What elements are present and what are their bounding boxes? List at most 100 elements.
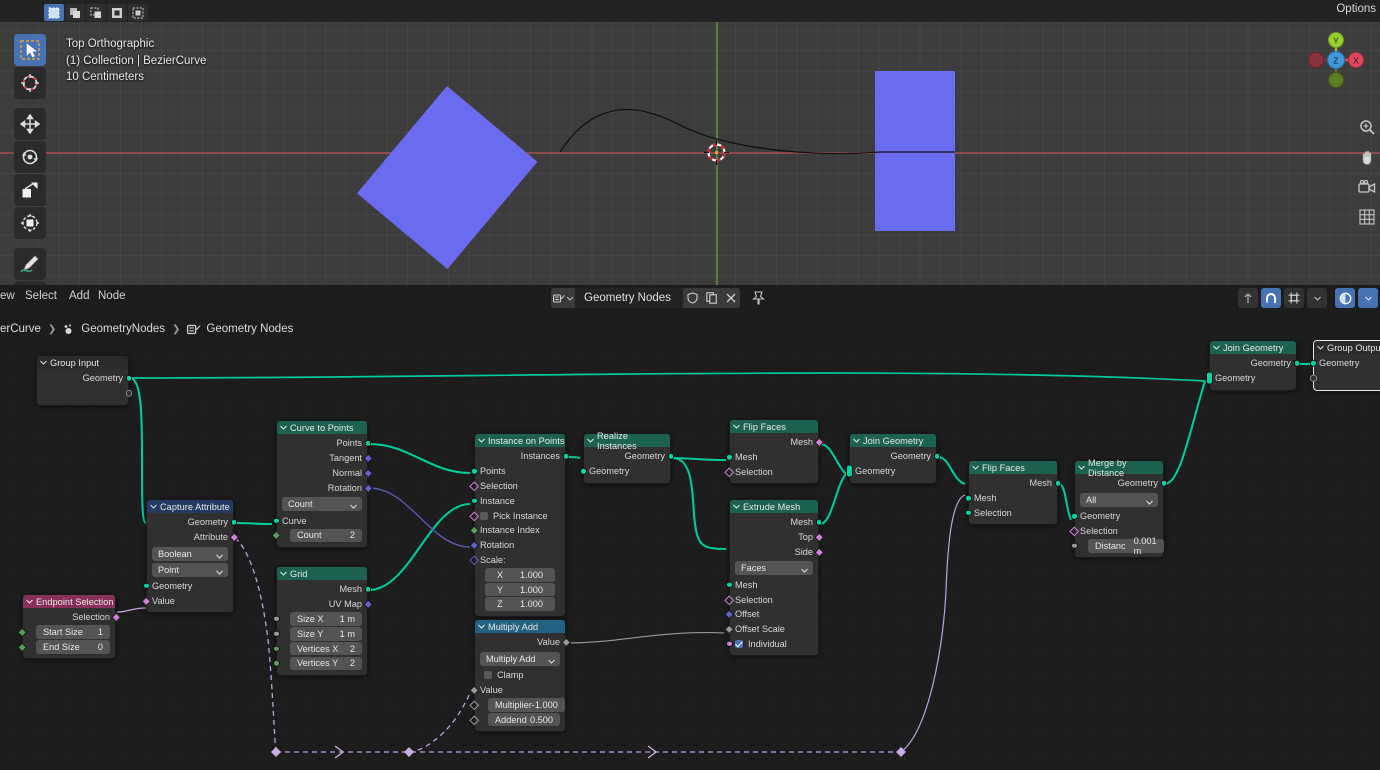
proportional-editing-icon[interactable] [1335, 288, 1355, 308]
breadcrumb-item-object[interactable]: erCurve [0, 323, 41, 335]
snap-magnet-icon[interactable] [1261, 288, 1281, 308]
field-value[interactable]: 0.500 [530, 715, 553, 725]
menu-view[interactable]: ew [0, 290, 15, 302]
camera-icon[interactable] [1356, 172, 1378, 202]
socket-row-mesh-in[interactable]: Mesh [965, 491, 1057, 506]
node-header[interactable]: Flip Faces [969, 461, 1057, 474]
socket-row-selection-in[interactable]: Selection [724, 592, 818, 607]
node-capture-attribute[interactable]: Capture Attribute Geometry Attribute Boo… [141, 499, 239, 614]
viewport-tool-bar[interactable] [14, 34, 46, 285]
socket-row-rotation-in[interactable]: Rotation [469, 538, 565, 553]
socket-row-normal-out[interactable]: Normal [277, 466, 373, 481]
socket-row-geometry-in[interactable]: Geometry [143, 579, 233, 594]
node-header-right-buttons[interactable] [1238, 288, 1378, 308]
field-row-size-x[interactable]: Size X 1 m [273, 612, 367, 627]
duplicate-icon[interactable] [702, 288, 721, 308]
chevron-down-icon[interactable] [280, 571, 287, 576]
socket-virtual-input[interactable] [1310, 374, 1317, 382]
field-row-start-size[interactable]: Start Size 1 [17, 625, 115, 640]
socket-curve-input[interactable] [273, 517, 280, 524]
socket-geometry-input[interactable] [1206, 371, 1213, 385]
socket-row-mesh-out[interactable]: Mesh [277, 582, 371, 597]
breadcrumb-item-nodegroup[interactable]: GeometryNodes [81, 323, 165, 335]
menu-add[interactable]: Add [69, 290, 89, 302]
socket-row-mesh-out[interactable]: Mesh [730, 435, 824, 450]
chevron-down-icon[interactable] [216, 551, 223, 561]
snap-target-icon[interactable] [1284, 288, 1304, 308]
node-group-output[interactable]: Group Output Geometry [1310, 340, 1380, 391]
socket-row-geometry-out[interactable]: Geometry [850, 449, 940, 464]
chevron-down-icon[interactable] [733, 504, 740, 509]
socket-row-points-in[interactable]: Points [471, 464, 565, 479]
socket-points-input[interactable] [471, 467, 478, 475]
node-flip-faces-1[interactable]: Flip Faces Mesh Mesh Selection [724, 419, 824, 485]
field-row-multiplier[interactable]: Multiplier -1.000 [469, 697, 565, 712]
socket-row-selection-out[interactable]: Selection [23, 610, 121, 625]
snap-chevron-icon[interactable] [1307, 288, 1327, 308]
socket-row-virtual-in[interactable] [1310, 371, 1380, 386]
node-header[interactable]: Instance on Points [475, 434, 565, 447]
node-realize-instances[interactable]: Realize Instances Geometry Geometry [580, 431, 674, 484]
select-mode-group[interactable] [44, 4, 148, 21]
dropdown-data-type[interactable]: Boolean [152, 546, 228, 561]
socket-geometry-input[interactable] [1310, 360, 1317, 367]
shield-icon[interactable] [683, 288, 702, 308]
transform-tool-icon[interactable] [14, 207, 46, 239]
socket-row-value-out[interactable]: Value [475, 635, 571, 650]
chevron-down-icon[interactable] [587, 438, 594, 443]
scale-tool-icon[interactable] [14, 174, 46, 206]
socket-row-individual[interactable]: Individual [726, 637, 818, 652]
pick-instance-checkbox[interactable] [480, 511, 488, 520]
scale-x-field[interactable]: X 1.000 [485, 568, 555, 582]
socket-row-instance-index[interactable]: Instance Index [469, 523, 565, 538]
axis-value[interactable]: 1.000 [520, 585, 543, 595]
socket-row-instances-out[interactable]: Instances [475, 449, 569, 464]
chevron-down-icon[interactable] [1146, 497, 1153, 507]
chevron-down-icon[interactable] [1078, 465, 1085, 470]
socket-row-mesh-out[interactable]: Mesh [730, 515, 822, 530]
socket-mesh-input[interactable] [965, 494, 972, 502]
socket-vertices-x-input[interactable] [273, 645, 280, 652]
field-value[interactable]: 1 m [340, 629, 355, 639]
select-extend-icon[interactable] [86, 4, 106, 21]
socket-distance-input[interactable] [1071, 542, 1078, 550]
socket-size-x-input[interactable] [273, 615, 280, 623]
grid-icon[interactable] [1356, 202, 1378, 232]
field-value[interactable]: 2 [350, 658, 355, 668]
tweak-tool-icon[interactable] [14, 34, 46, 66]
socket-individual-input[interactable] [726, 640, 733, 648]
chevron-down-icon[interactable] [1213, 345, 1220, 350]
socket-row-selection-in[interactable]: Selection [724, 465, 818, 480]
snap-parent-icon[interactable] [1238, 288, 1258, 308]
chevron-down-icon[interactable] [26, 599, 33, 604]
socket-row-selection-in[interactable]: Selection [469, 479, 565, 494]
field-value[interactable]: 1 [98, 627, 103, 637]
socket-row-selection-in[interactable]: Selection [965, 506, 1057, 521]
socket-geometry-input[interactable] [143, 582, 150, 590]
socket-row-geometry-out[interactable]: Geometry [1075, 476, 1167, 491]
chevron-down-icon[interactable] [972, 465, 979, 470]
socket-row-value-in[interactable]: Value [141, 593, 233, 608]
field-row-vertices-y[interactable]: Vertices Y 2 [273, 656, 367, 671]
menu-select[interactable]: Select [25, 290, 57, 302]
chevron-down-icon[interactable] [548, 656, 555, 666]
socket-row-points-out[interactable]: Points [277, 436, 371, 451]
node-header[interactable]: Endpoint Selection [23, 595, 115, 608]
node-multiply-add[interactable]: Multiply Add Value Multiply Add Clamp Va… [469, 619, 571, 732]
cursor-tool-icon[interactable] [14, 67, 46, 99]
field-value[interactable]: 1 m [340, 614, 355, 624]
node-header[interactable]: Curve to Points [277, 421, 367, 434]
socket-row-attribute-out[interactable]: Attribute [147, 530, 239, 545]
select-box-icon[interactable] [44, 4, 64, 21]
socket-row-instance-in[interactable]: Instance [471, 493, 565, 508]
socket-row-value-in[interactable]: Value [469, 683, 565, 698]
node-grid[interactable]: Grid Mesh UV Map Size X 1 m Size Y 1 m V… [273, 566, 373, 676]
node-extrude-mesh[interactable]: Extrude Mesh Mesh Top Side Faces Mesh Se… [724, 499, 824, 657]
field-value[interactable]: 2 [350, 530, 355, 540]
field-value[interactable]: 0 [98, 642, 103, 652]
node-merge-by-distance[interactable]: Merge by Distance Geometry All Geometry [1069, 458, 1167, 559]
socket-row-geometry-out[interactable]: Geometry [584, 449, 674, 464]
geometry-nodes-datablock-selector[interactable]: Geometry Nodes [551, 288, 740, 308]
node-flip-faces-2[interactable]: Flip Faces Mesh Mesh Selection [965, 460, 1061, 526]
chevron-down-icon[interactable] [478, 438, 485, 443]
